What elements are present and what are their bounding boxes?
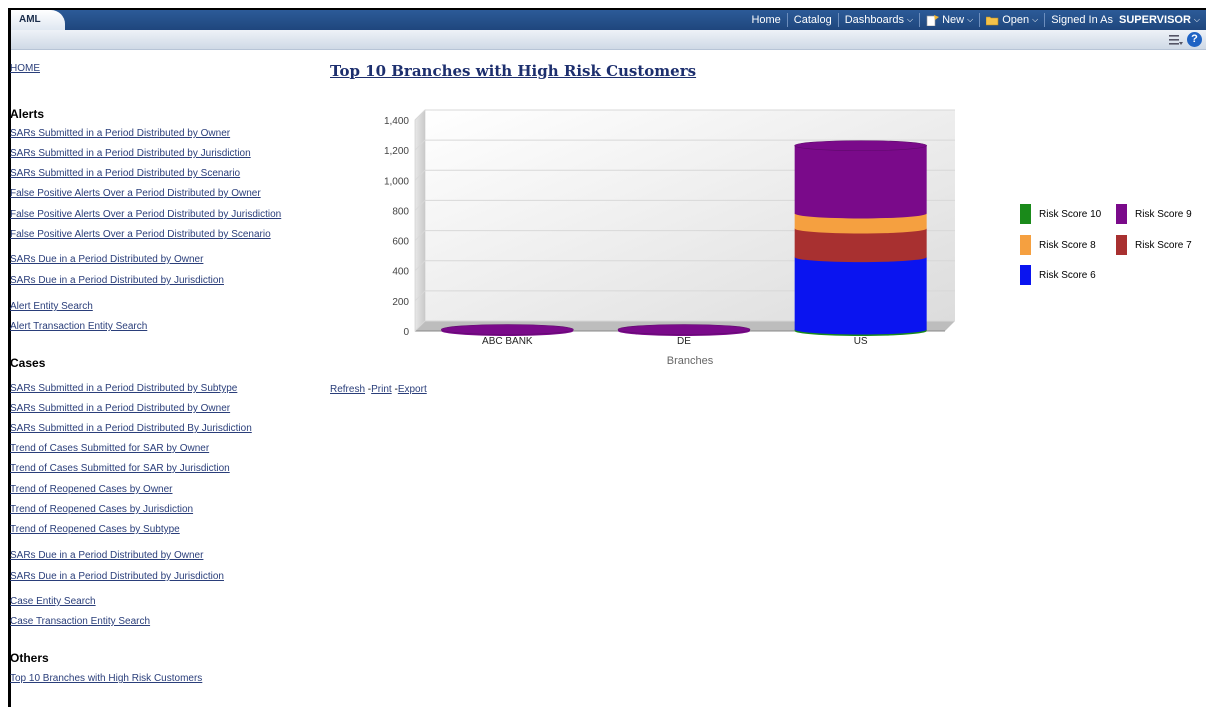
sidebar-link[interactable]: Trend of Reopened Cases by Owner — [10, 483, 173, 497]
export-link[interactable]: Export — [398, 384, 427, 395]
sidebar-link[interactable]: Alert Entity Search — [10, 300, 93, 314]
sidebar-link[interactable]: SARs Submitted in a Period Distributed b… — [10, 402, 230, 416]
y-tick-label: 1,200 — [384, 146, 409, 157]
chart-side-wall — [414, 109, 426, 332]
sidebar-link[interactable]: False Positive Alerts Over a Period Dist… — [10, 187, 261, 201]
x-tick-label: DE — [677, 336, 691, 347]
nav-dashboards[interactable]: Dashboards ⌵ — [837, 13, 919, 27]
legend-swatch — [1116, 235, 1127, 255]
sidebar-link[interactable]: SARs Submitted in a Period Distributed b… — [10, 382, 237, 396]
sidebar-link[interactable]: Trend of Reopened Cases by Jurisdiction — [10, 503, 193, 517]
legend-label: Risk Score 7 — [1135, 239, 1192, 251]
legend-swatch — [1020, 235, 1031, 255]
bar-segment-bottom — [794, 223, 927, 234]
bar-segment-bottom — [794, 252, 927, 263]
y-tick-label: 600 — [392, 237, 409, 248]
y-tick-label: 1,000 — [384, 176, 409, 187]
legend-item: Risk Score 6 — [1020, 265, 1096, 285]
y-tick-label: 1,400 — [384, 116, 409, 127]
sidebar-link[interactable]: SARs Submitted in a Period Distributed b… — [10, 127, 230, 141]
others-heading: Others — [10, 651, 49, 665]
page-title[interactable]: Top 10 Branches with High Risk Customers — [330, 62, 696, 80]
sidebar-link[interactable]: Top 10 Branches with High Risk Customers — [10, 672, 202, 686]
legend-label: Risk Score 9 — [1135, 208, 1192, 220]
new-document-icon — [926, 14, 940, 26]
sidebar-link[interactable]: SARs Submitted in a Period Distributed B… — [10, 422, 252, 436]
bar-top-cap — [794, 140, 927, 151]
sidebar-link[interactable]: SARs Due in a Period Distributed by Owne… — [10, 549, 203, 563]
report-actions: Refresh -Print -Export — [330, 384, 427, 395]
nav-open[interactable]: Open ⌵ — [979, 13, 1044, 27]
sidebar-link[interactable]: Trend of Cases Submitted for SAR by Juri… — [10, 462, 230, 476]
nav-open-label: Open — [1002, 14, 1030, 26]
y-tick-label: 400 — [392, 267, 409, 278]
sidebar-link[interactable]: SARs Due in a Period Distributed by Juri… — [10, 570, 224, 584]
help-icon[interactable]: ? — [1187, 32, 1202, 47]
chevron-down-icon: ⌵ — [1032, 15, 1039, 24]
legend-label: Risk Score 6 — [1039, 269, 1096, 281]
sidebar-link[interactable]: False Positive Alerts Over a Period Dist… — [10, 208, 281, 222]
y-tick-label: 0 — [403, 327, 409, 338]
x-tick-label: US — [854, 336, 868, 347]
legend-item: Risk Score 8 — [1020, 235, 1096, 255]
chevron-down-icon: ⌵ — [967, 15, 974, 24]
chart-legend: Risk Score 10 Risk Score 9 Risk Score 8 … — [1020, 204, 1200, 294]
legend-swatch — [1020, 265, 1031, 285]
sidebar-link[interactable]: Trend of Reopened Cases by Subtype — [10, 523, 180, 537]
sidebar-link[interactable]: SARs Due in a Period Distributed by Owne… — [10, 253, 203, 267]
sidebar-link[interactable]: Trend of Cases Submitted for SAR by Owne… — [10, 442, 209, 456]
alerts-heading: Alerts — [10, 107, 45, 121]
home-link[interactable]: HOME — [10, 62, 40, 76]
y-tick-label: 200 — [392, 297, 409, 308]
bar-top-cap — [441, 324, 574, 335]
legend-swatch — [1116, 204, 1127, 224]
global-header: AML Home Catalog Dashboards ⌵ New ⌵ Open… — [11, 10, 1206, 30]
user-name: SUPERVISOR — [1118, 14, 1191, 26]
sidebar-link[interactable]: Case Transaction Entity Search — [10, 615, 150, 629]
nav-home[interactable]: Home — [745, 13, 786, 27]
nav-new[interactable]: New ⌵ — [919, 13, 979, 27]
refresh-link[interactable]: Refresh — [330, 384, 365, 395]
folder-icon — [986, 16, 999, 25]
legend-label: Risk Score 8 — [1039, 239, 1096, 251]
nav-signed-in[interactable]: Signed In As SUPERVISOR ⌵ — [1044, 13, 1206, 27]
y-tick-label: 800 — [392, 206, 409, 217]
legend-label: Risk Score 10 — [1039, 208, 1102, 220]
bar-segment-bottom — [794, 324, 927, 335]
sidebar: HOME Alerts SARs Submitted in a Period D… — [10, 62, 310, 702]
bar-segment-bottom — [794, 208, 927, 219]
sidebar-link[interactable]: False Positive Alerts Over a Period Dist… — [10, 228, 271, 242]
bar-top-cap — [617, 324, 751, 335]
sidebar-link[interactable]: Alert Transaction Entity Search — [10, 320, 147, 334]
sidebar-link[interactable]: SARs Submitted in a Period Distributed b… — [10, 167, 240, 181]
sidebar-link[interactable]: SARs Due in a Period Distributed by Juri… — [10, 274, 224, 288]
print-link[interactable]: Print — [371, 384, 392, 395]
stacked-bar-chart: 0 200 400 600 800 1,000 1,200 1,400 ABC BANK DE US… — [384, 109, 955, 367]
chevron-down-icon: ⌵ — [1193, 15, 1200, 24]
legend-item: Risk Score 10 — [1020, 204, 1101, 224]
app-tab[interactable]: AML — [11, 10, 65, 30]
sub-toolbar: ? — [11, 30, 1206, 50]
cases-heading: Cases — [10, 356, 46, 370]
sidebar-link[interactable]: SARs Submitted in a Period Distributed b… — [10, 147, 251, 161]
nav-catalog[interactable]: Catalog — [786, 13, 838, 27]
legend-item: Risk Score 7 — [1116, 235, 1192, 255]
legend-swatch — [1020, 204, 1031, 224]
signed-in-label: Signed In As — [1051, 14, 1113, 26]
x-axis-title: Branches — [667, 355, 714, 367]
bar-segment — [794, 257, 927, 330]
nav-dashboards-label: Dashboards — [844, 14, 905, 26]
sidebar-link[interactable]: Case Entity Search — [10, 595, 96, 609]
global-nav: Home Catalog Dashboards ⌵ New ⌵ Open ⌵ S… — [745, 10, 1206, 30]
bar-segment — [794, 145, 927, 214]
page-options-icon[interactable] — [1169, 34, 1183, 46]
legend-item: Risk Score 9 — [1116, 204, 1192, 224]
chevron-down-icon: ⌵ — [907, 15, 914, 24]
nav-new-label: New — [942, 14, 965, 26]
x-tick-label: ABC BANK — [482, 336, 533, 347]
